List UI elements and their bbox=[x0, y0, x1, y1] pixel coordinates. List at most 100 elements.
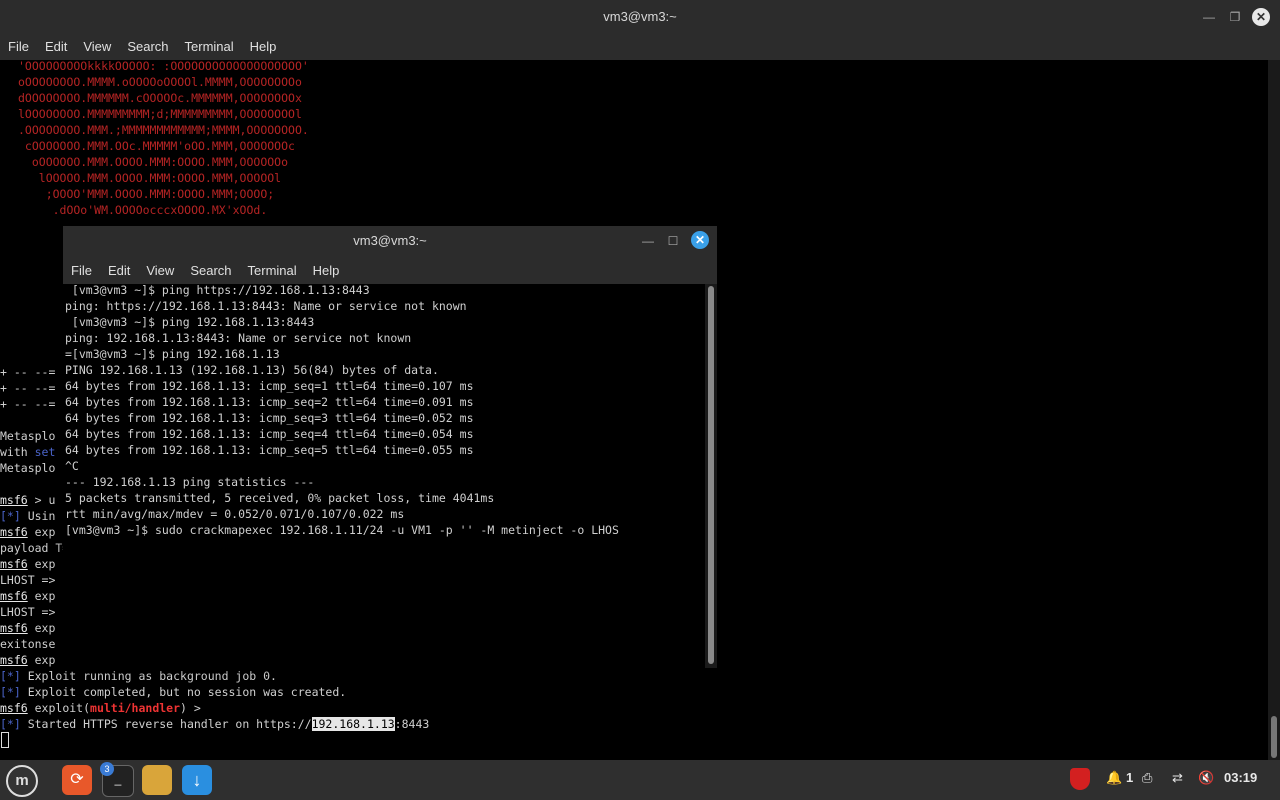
banner-line: oOOOOOOOO.MMMM.oOOOOoOOOOl.MMMM,OOOOOOOO… bbox=[18, 75, 302, 89]
terminal-line: exitonse bbox=[0, 636, 55, 652]
folder-icon[interactable] bbox=[142, 765, 172, 795]
minimize-icon[interactable]: — bbox=[1200, 8, 1218, 26]
front-scrollbar[interactable] bbox=[705, 284, 717, 668]
menu-edit[interactable]: Edit bbox=[100, 256, 138, 278]
menu-view[interactable]: View bbox=[75, 34, 119, 54]
banner-line: lOOOOOOOO.MMMMMMMMM;d;MMMMMMMMM,OOOOOOOO… bbox=[18, 107, 302, 121]
menu-file[interactable]: File bbox=[63, 256, 100, 278]
terminal-text: 192.168.1.13 bbox=[311, 717, 395, 731]
scrollbar-thumb[interactable] bbox=[708, 286, 714, 664]
terminal-text: msf6 bbox=[0, 653, 28, 667]
clock[interactable]: 03:19 bbox=[1224, 770, 1257, 785]
notification-count: 1 bbox=[1126, 770, 1134, 785]
terminal-text: Metasplo bbox=[0, 429, 56, 443]
terminal-line: msf6 > u bbox=[0, 492, 55, 508]
front-terminal-line: 64 bytes from 192.168.1.13: icmp_seq=3 t… bbox=[65, 411, 474, 425]
terminal-text: msf6 bbox=[0, 701, 28, 715]
close-icon[interactable]: ✕ bbox=[1252, 8, 1270, 26]
front-terminal-line: 64 bytes from 192.168.1.13: icmp_seq=4 t… bbox=[65, 427, 474, 441]
terminal-line: msf6 exp bbox=[0, 524, 55, 540]
taskbar: m ⟳ _ 3 ↓ 🔔 1 ⎙ ⇄ 🔇 03:19 bbox=[0, 760, 1280, 800]
minimize-icon[interactable]: — bbox=[639, 232, 657, 250]
terminal-text: msf6 bbox=[0, 525, 28, 539]
terminal-cursor bbox=[1, 732, 9, 748]
terminal-line: with set bbox=[0, 444, 55, 460]
front-window-title: vm3@vm3:~ bbox=[353, 233, 427, 248]
firefox-icon[interactable]: ⟳ bbox=[62, 765, 92, 795]
menu-terminal[interactable]: Terminal bbox=[240, 256, 305, 278]
banner-line: cOOOOOOO.MMM.OOc.MMMMM'oOO.MMM,OOOOOOOc bbox=[18, 139, 295, 153]
window-count-badge: 3 bbox=[100, 762, 114, 776]
banner-line: .dOOo'WM.OOOOocccxOOOO.MX'xOOd. bbox=[18, 203, 268, 217]
maximize-icon[interactable]: ❐ bbox=[1226, 8, 1244, 26]
front-terminal-line: [vm3@vm3 ~]$ ping 192.168.1.13:8443 bbox=[65, 315, 315, 329]
scrollbar-thumb[interactable] bbox=[1271, 716, 1277, 758]
front-terminal-line: [vm3@vm3 ~]$ sudo crackmapexec 192.168.1… bbox=[65, 523, 619, 537]
terminal-text: Metasplo bbox=[0, 461, 56, 475]
menu-help[interactable]: Help bbox=[242, 34, 285, 54]
menu-search[interactable]: Search bbox=[119, 34, 176, 54]
terminal-line: msf6 exp bbox=[0, 588, 55, 604]
window-title: vm3@vm3:~ bbox=[603, 9, 677, 24]
banner-line: 'OOOOOOOOOkkkkOOOOO: :OOOOOOOOOOOOOOOOOO… bbox=[18, 60, 309, 73]
banner-line: .OOOOOOOO.MMM.;MMMMMMMMMMMM;MMMM,OOOOOOO… bbox=[18, 123, 309, 137]
banner-line: dOOOOOOOO.MMMMMM.cOOOOOc.MMMMMM,OOOOOOOO… bbox=[18, 91, 302, 105]
terminal-text: msf6 bbox=[0, 557, 28, 571]
front-terminal-line: 64 bytes from 192.168.1.13: icmp_seq=5 t… bbox=[65, 443, 474, 457]
terminal-line: msf6 exp bbox=[0, 556, 55, 572]
notification-bell-icon[interactable]: 🔔 bbox=[1106, 770, 1122, 786]
terminal-text: set bbox=[34, 445, 56, 459]
printer-icon[interactable]: ⎙ bbox=[1142, 770, 1152, 786]
front-terminal-line: 64 bytes from 192.168.1.13: icmp_seq=1 t… bbox=[65, 379, 474, 393]
terminal-text: + -- --= bbox=[0, 381, 56, 395]
network-icon[interactable]: ⇄ bbox=[1172, 770, 1183, 786]
volume-muted-icon[interactable]: 🔇 bbox=[1198, 770, 1214, 786]
terminal-text: msf6 bbox=[0, 589, 28, 603]
terminal-line: [*] Started HTTPS reverse handler on htt… bbox=[0, 716, 429, 732]
terminal-text: exp bbox=[27, 525, 56, 539]
terminal-text: with bbox=[0, 445, 35, 459]
terminal-line: [*] Exploit running as background job 0. bbox=[0, 668, 277, 684]
terminal-line: msf6 exploit(multi/handler) > bbox=[0, 700, 201, 716]
terminal-text: exp bbox=[27, 557, 56, 571]
front-window-titlebar: vm3@vm3:~ — ☐ ✕ bbox=[63, 226, 717, 256]
terminal-text: Exploit running as background job 0. bbox=[20, 669, 277, 683]
terminal-text: Started HTTPS reverse handler on https:/… bbox=[20, 717, 312, 731]
terminal-text: exitonse bbox=[0, 637, 56, 651]
front-terminal-line: --- 192.168.1.13 ping statistics --- bbox=[65, 475, 315, 489]
menu-terminal[interactable]: Terminal bbox=[177, 34, 242, 54]
terminal-line: msf6 exp bbox=[0, 652, 55, 668]
terminal-scrollbar[interactable] bbox=[1268, 60, 1280, 760]
terminal-text: multi/handler bbox=[90, 701, 181, 715]
front-terminal-line: rtt min/avg/max/mdev = 0.052/0.071/0.107… bbox=[65, 507, 405, 521]
menu-view[interactable]: View bbox=[138, 256, 182, 278]
close-icon[interactable]: ✕ bbox=[691, 231, 709, 249]
front-terminal-line: ^C bbox=[65, 459, 79, 473]
menubar: File Edit View Search Terminal Help bbox=[0, 34, 1280, 60]
window-titlebar: vm3@vm3:~ — ❐ ✕ bbox=[0, 0, 1280, 34]
front-menubar: File Edit View Search Terminal Help bbox=[63, 256, 717, 284]
terminal-text: [*] bbox=[0, 509, 21, 523]
maximize-icon[interactable]: ☐ bbox=[664, 232, 682, 250]
terminal-line: [*] Usin bbox=[0, 508, 55, 524]
menu-help[interactable]: Help bbox=[305, 256, 348, 278]
front-terminal-line: ping: https://192.168.1.13:8443: Name or… bbox=[65, 299, 467, 313]
terminal-text: + -- --= bbox=[0, 397, 56, 411]
banner-line: lOOOOO.MMM.OOOO.MMM:OOOO.MMM,OOOOOl bbox=[18, 171, 282, 185]
menu-edit[interactable]: Edit bbox=[37, 34, 75, 54]
download-icon[interactable]: ↓ bbox=[182, 765, 212, 795]
terminal-text: exp bbox=[27, 589, 56, 603]
menu-file[interactable]: File bbox=[0, 34, 37, 54]
terminal-text: exp bbox=[27, 621, 56, 635]
terminal-text: [*] bbox=[0, 669, 21, 683]
terminal-text: msf6 bbox=[0, 493, 28, 507]
menu-search[interactable]: Search bbox=[182, 256, 239, 278]
front-terminal-line: [vm3@vm3 ~]$ ping https://192.168.1.13:8… bbox=[65, 283, 370, 297]
front-terminal-window[interactable]: vm3@vm3:~ — ☐ ✕ File Edit View Search Termin… bbox=[63, 226, 717, 668]
terminal-line: Metasplo bbox=[0, 428, 55, 444]
terminal-text: LHOST => bbox=[0, 573, 56, 587]
shield-icon[interactable] bbox=[1070, 768, 1090, 790]
terminal-text: LHOST => bbox=[0, 605, 56, 619]
menu-logo-icon[interactable]: m bbox=[6, 765, 38, 797]
front-terminal-output[interactable]: [vm3@vm3 ~]$ ping https://192.168.1.13:8… bbox=[63, 282, 705, 666]
